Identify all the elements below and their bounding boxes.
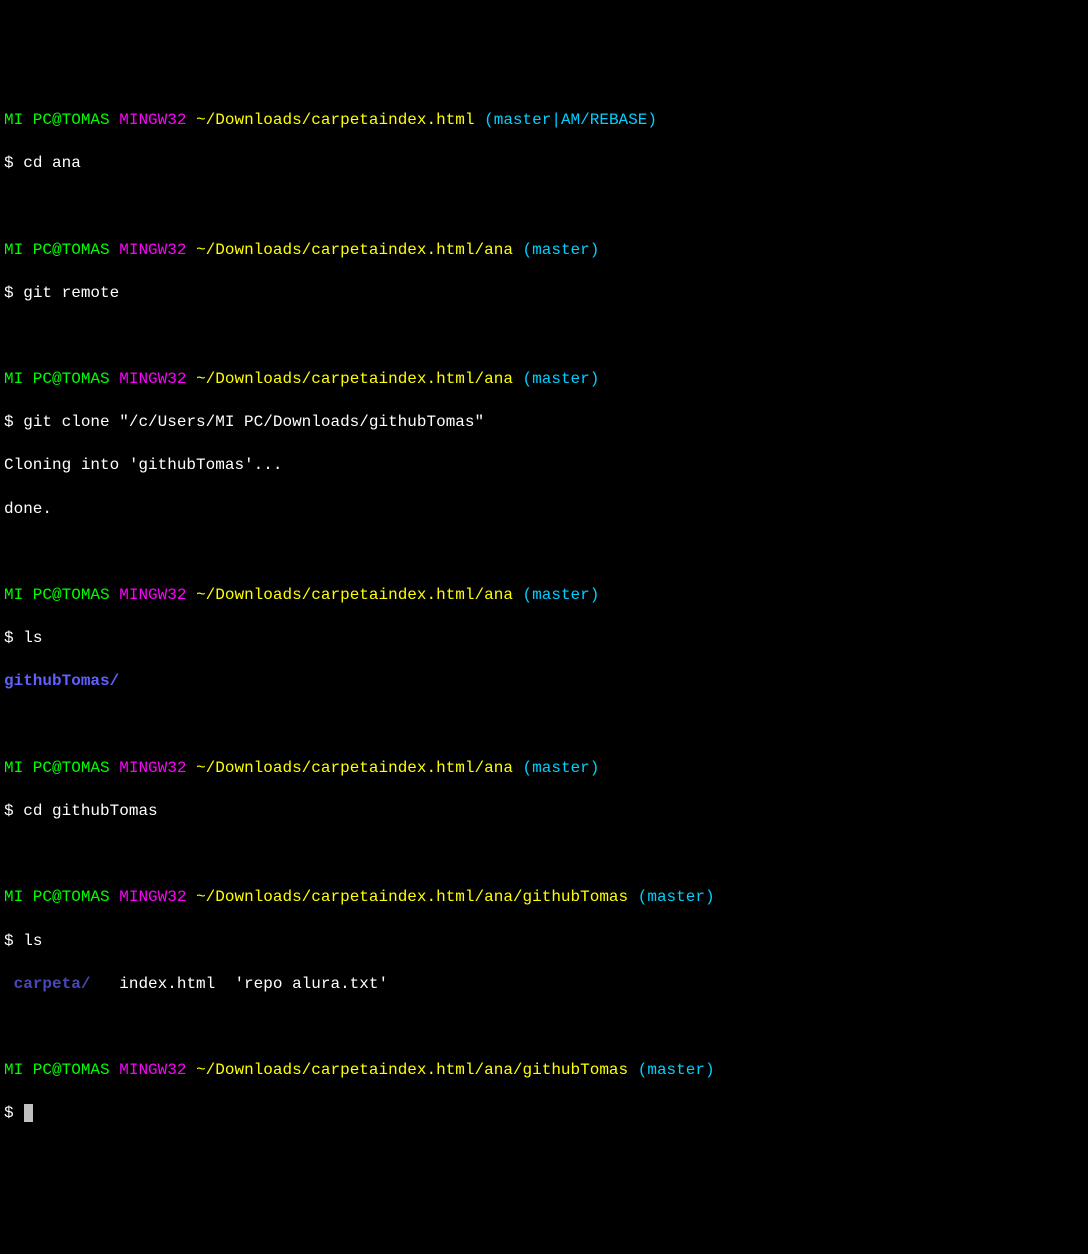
output-line: Cloning into 'githubTomas'... (4, 455, 1084, 477)
prompt-line: MI PC@TOMAS MINGW32 ~/Downloads/carpetai… (4, 110, 1084, 132)
prompt-host: MINGW32 (119, 111, 186, 129)
prompt-branch: (master|AM/REBASE) (484, 111, 657, 129)
prompt-branch: (master) (523, 586, 600, 604)
prompt-branch: (master) (638, 888, 715, 906)
prompt-branch: (master) (523, 241, 600, 259)
blank-line (4, 1017, 1084, 1039)
prompt-line: MI PC@TOMAS MINGW32 ~/Downloads/carpetai… (4, 369, 1084, 391)
file-name: index.html (119, 975, 215, 993)
command-line: $ ls (4, 931, 1084, 953)
directory-name: carpeta/ (14, 975, 91, 993)
command-line: $ ls (4, 628, 1084, 650)
prompt-line: MI PC@TOMAS MINGW32 ~/Downloads/carpetai… (4, 887, 1084, 909)
prompt-host: MINGW32 (119, 241, 186, 259)
prompt-dollar: $ (4, 629, 14, 647)
prompt-dollar: $ (4, 284, 14, 302)
command-text: git clone "/c/Users/MI PC/Downloads/gith… (23, 413, 484, 431)
ls-space (4, 975, 14, 993)
command-text: git remote (23, 284, 119, 302)
prompt-host: MINGW32 (119, 370, 186, 388)
command-text: ls (23, 932, 42, 950)
output-line: carpeta/ index.html 'repo alura.txt' (4, 974, 1084, 996)
cursor-icon (24, 1104, 33, 1122)
blank-line (4, 542, 1084, 564)
ls-gap (215, 975, 234, 993)
output-line: done. (4, 499, 1084, 521)
prompt-path: ~/Downloads/carpetaindex.html/ana (196, 241, 513, 259)
command-line[interactable]: $ (4, 1103, 1084, 1125)
command-text: cd githubTomas (23, 802, 157, 820)
prompt-user: MI PC@TOMAS (4, 1061, 110, 1079)
prompt-branch: (master) (523, 759, 600, 777)
prompt-path: ~/Downloads/carpetaindex.html/ana (196, 586, 513, 604)
file-name: 'repo alura.txt' (234, 975, 388, 993)
prompt-dollar: $ (4, 413, 14, 431)
prompt-line: MI PC@TOMAS MINGW32 ~/Downloads/carpetai… (4, 240, 1084, 262)
prompt-dollar: $ (4, 932, 14, 950)
command-line: $ cd ana (4, 153, 1084, 175)
prompt-user: MI PC@TOMAS (4, 370, 110, 388)
prompt-user: MI PC@TOMAS (4, 586, 110, 604)
prompt-user: MI PC@TOMAS (4, 241, 110, 259)
prompt-dollar: $ (4, 1104, 14, 1122)
prompt-line: MI PC@TOMAS MINGW32 ~/Downloads/carpetai… (4, 585, 1084, 607)
command-line: $ git remote (4, 283, 1084, 305)
blank-line (4, 326, 1084, 348)
prompt-host: MINGW32 (119, 888, 186, 906)
command-text: ls (23, 629, 42, 647)
blank-line (4, 715, 1084, 737)
prompt-path: ~/Downloads/carpetaindex.html/ana (196, 759, 513, 777)
prompt-host: MINGW32 (119, 586, 186, 604)
output-line: githubTomas/ (4, 671, 1084, 693)
prompt-line: MI PC@TOMAS MINGW32 ~/Downloads/carpetai… (4, 758, 1084, 780)
command-line: $ git clone "/c/Users/MI PC/Downloads/gi… (4, 412, 1084, 434)
prompt-path: ~/Downloads/carpetaindex.html/ana/github… (196, 888, 628, 906)
terminal-output[interactable]: MI PC@TOMAS MINGW32 ~/Downloads/carpetai… (4, 88, 1084, 1146)
prompt-dollar: $ (4, 154, 14, 172)
blank-line (4, 844, 1084, 866)
command-text: cd ana (23, 154, 81, 172)
prompt-user: MI PC@TOMAS (4, 111, 110, 129)
prompt-host: MINGW32 (119, 759, 186, 777)
prompt-branch: (master) (523, 370, 600, 388)
command-line: $ cd githubTomas (4, 801, 1084, 823)
prompt-branch: (master) (638, 1061, 715, 1079)
ls-gap (90, 975, 119, 993)
prompt-path: ~/Downloads/carpetaindex.html/ana/github… (196, 1061, 628, 1079)
prompt-user: MI PC@TOMAS (4, 759, 110, 777)
prompt-host: MINGW32 (119, 1061, 186, 1079)
prompt-path: ~/Downloads/carpetaindex.html (196, 111, 474, 129)
prompt-line: MI PC@TOMAS MINGW32 ~/Downloads/carpetai… (4, 1060, 1084, 1082)
prompt-user: MI PC@TOMAS (4, 888, 110, 906)
prompt-dollar: $ (4, 802, 14, 820)
directory-name: githubTomas/ (4, 672, 119, 690)
prompt-path: ~/Downloads/carpetaindex.html/ana (196, 370, 513, 388)
blank-line (4, 196, 1084, 218)
